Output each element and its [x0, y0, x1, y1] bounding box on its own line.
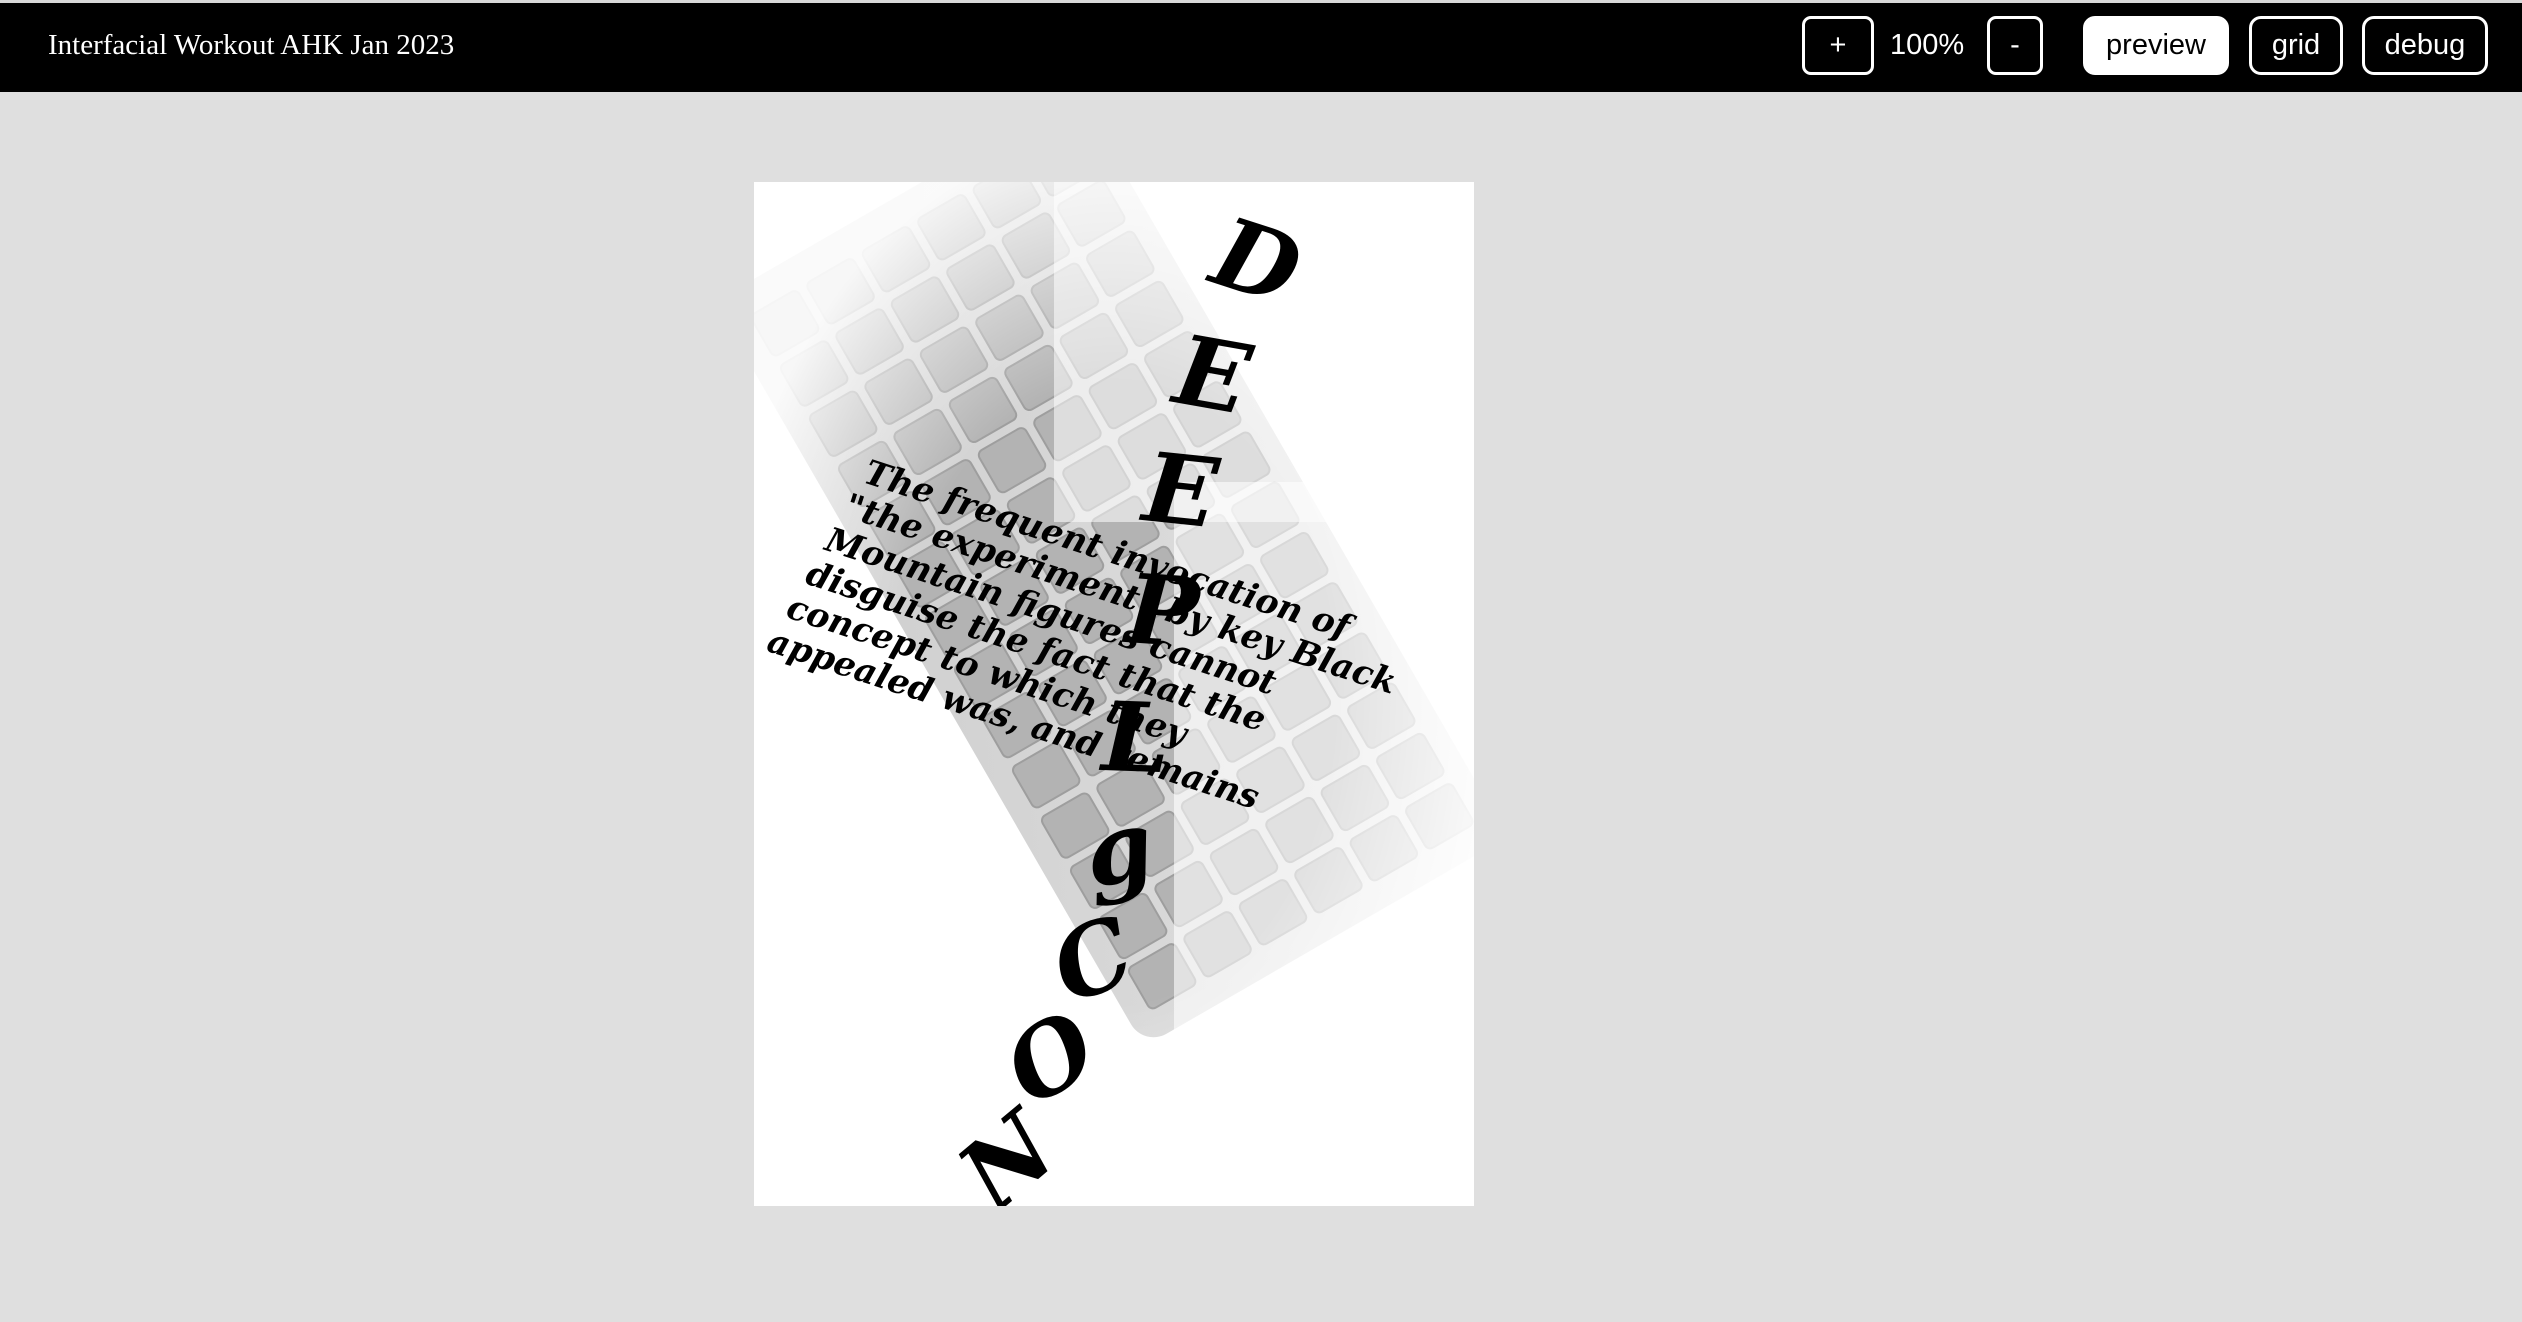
debug-button[interactable]: debug [2362, 16, 2488, 75]
top-bar: Interfacial Workout AHK Jan 2023 + 100% … [0, 0, 2522, 92]
zoom-in-button[interactable]: + [1802, 16, 1874, 75]
poster-artwork: DEEPLgCON The frequent invocation of"the… [754, 182, 1474, 1206]
zoom-level: 100% [1890, 29, 1965, 61]
zoom-out-button[interactable]: - [1987, 16, 2043, 75]
grid-button[interactable]: grid [2249, 16, 2343, 75]
title-letter: E [1135, 430, 1224, 551]
poster-preview: DEEPLgCON The frequent invocation of "the… [754, 182, 1474, 1206]
preview-button[interactable]: preview [2083, 16, 2229, 75]
app-title: Interfacial Workout AHK Jan 2023 [48, 29, 455, 61]
